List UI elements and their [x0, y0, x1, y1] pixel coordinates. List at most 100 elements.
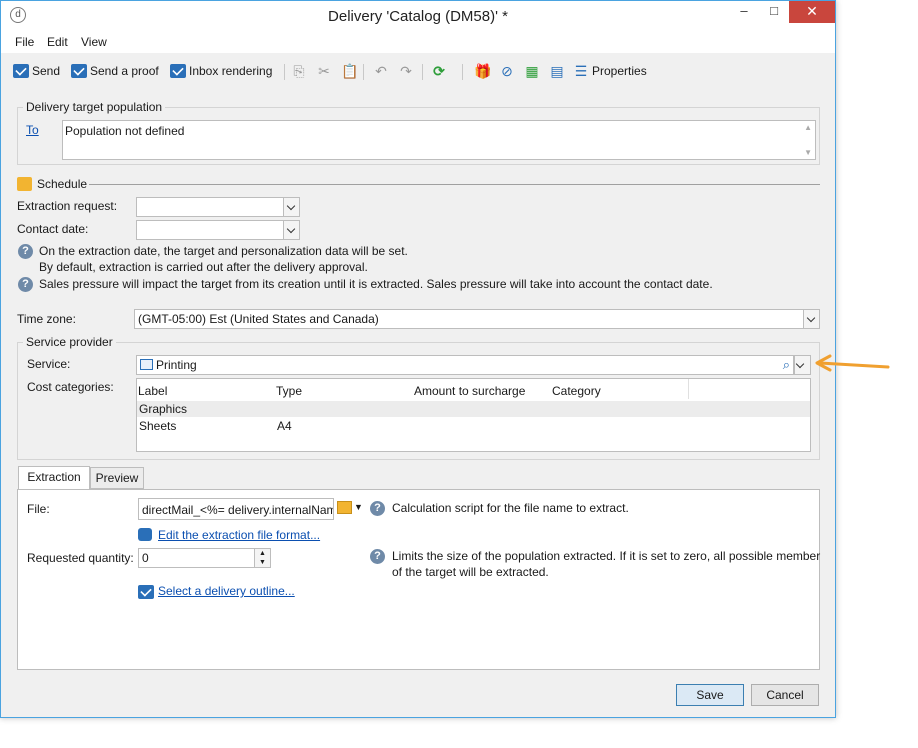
help-icon: ?	[18, 244, 33, 259]
menu-file[interactable]: File	[15, 35, 34, 49]
properties-label: Properties	[592, 64, 647, 78]
tab-extraction[interactable]: Extraction	[18, 466, 90, 490]
file-label: File:	[27, 502, 50, 516]
undo-button[interactable]: ↶	[373, 62, 389, 80]
service-field[interactable]: Printing ⌕	[136, 355, 794, 375]
population-field[interactable]: Population not defined ▲ ▼	[62, 120, 816, 160]
toolbar-separator	[422, 64, 423, 80]
send-label: Send	[32, 64, 61, 78]
requested-quantity-label: Requested quantity:	[27, 551, 134, 565]
close-button[interactable]: ✕	[789, 1, 835, 23]
undo-icon: ↶	[375, 63, 387, 79]
column-header-amount[interactable]: Amount to surcharge	[414, 384, 525, 398]
delivery-outline-icon	[138, 585, 154, 599]
chevron-down-icon[interactable]	[283, 221, 299, 239]
toolbar-separator	[363, 64, 364, 80]
refresh-button[interactable]: ⟳	[431, 62, 447, 80]
sales-pressure-note: Sales pressure will impact the target fr…	[39, 277, 713, 291]
table-row[interactable]: Graphics	[137, 401, 810, 417]
help-icon: ?	[18, 277, 33, 292]
quantity-value: 0	[142, 551, 149, 565]
delivery-window: d Delivery 'Catalog (DM58)' * – □ ✕ File…	[0, 0, 836, 718]
database-icon	[138, 528, 152, 541]
row-label: Graphics	[139, 402, 188, 416]
target-population-legend: Delivery target population	[23, 100, 166, 114]
paste-icon: 📋	[341, 63, 359, 79]
file-help-text: Calculation script for the file name to …	[392, 501, 629, 515]
menu-view[interactable]: View	[81, 35, 107, 49]
schedule-heading: Schedule	[37, 177, 88, 191]
gift-icon: 🎁	[474, 63, 492, 79]
refresh-icon: ⟳	[433, 63, 445, 79]
row-type: A4	[277, 419, 292, 433]
chevron-down-icon[interactable]	[283, 198, 299, 216]
copy-button[interactable]: ⎘	[291, 62, 307, 80]
cost-categories-table: Label Type Amount to surcharge Category …	[136, 378, 811, 452]
script-menu-arrow-icon[interactable]: ▼	[354, 502, 363, 512]
tab-preview[interactable]: Preview	[90, 467, 144, 489]
column-header-type[interactable]: Type	[276, 384, 302, 398]
redo-button[interactable]: ↷	[398, 62, 414, 80]
inbox-rendering-button[interactable]: Inbox rendering	[170, 62, 272, 80]
cut-button[interactable]: ✂	[316, 62, 332, 80]
cancel-button[interactable]: Cancel	[751, 684, 819, 706]
inbox-rendering-icon	[170, 64, 186, 78]
timezone-label: Time zone:	[17, 312, 76, 326]
service-label: Service:	[27, 357, 71, 371]
contact-date-label: Contact date:	[17, 222, 89, 236]
gift-button[interactable]: 🎁	[474, 62, 492, 80]
extraction-request-select[interactable]	[136, 197, 300, 217]
extraction-request-label: Extraction request:	[17, 199, 118, 213]
documents-button[interactable]: ▤	[549, 62, 565, 80]
scroll-up-icon[interactable]: ▲	[804, 123, 812, 132]
minimize-button[interactable]: –	[729, 1, 759, 23]
edit-script-icon[interactable]	[337, 501, 352, 514]
file-value: directMail_<%= delivery.internalNam	[142, 503, 334, 517]
timezone-select[interactable]: (GMT-05:00) Est (United States and Canad…	[134, 309, 820, 329]
scroll-down-icon[interactable]: ▼	[804, 148, 812, 157]
toolbar: Send Send a proof Inbox rendering ⎘ ✂ 📋 …	[1, 57, 835, 85]
column-header-category[interactable]: Category	[552, 384, 601, 398]
decrement-icon[interactable]: ▼	[254, 558, 270, 567]
help-icon: ?	[370, 549, 385, 564]
calculator-button[interactable]: ▦	[524, 62, 540, 80]
to-link[interactable]: To	[26, 123, 39, 137]
help-icon: ?	[370, 501, 385, 516]
quantity-stepper[interactable]: 0 ▲ ▼	[138, 548, 271, 568]
search-icon[interactable]: ⌕	[783, 357, 790, 373]
save-button[interactable]: Save	[676, 684, 744, 706]
cut-icon: ✂	[318, 63, 330, 79]
table-row[interactable]: Sheets A4	[137, 418, 810, 434]
calendar-icon	[17, 177, 32, 191]
paste-button[interactable]: 📋	[341, 62, 359, 80]
file-input[interactable]: directMail_<%= delivery.internalNam	[138, 498, 334, 520]
contact-date-select[interactable]	[136, 220, 300, 240]
copy-icon: ⎘	[293, 63, 305, 79]
analyze-button[interactable]: ⊘	[499, 62, 515, 80]
send-proof-button[interactable]: Send a proof	[71, 62, 159, 80]
title-bar: d Delivery 'Catalog (DM58)' * – □ ✕	[1, 1, 835, 31]
maximize-button[interactable]: □	[759, 1, 789, 23]
menu-edit[interactable]: Edit	[47, 35, 68, 49]
column-header-label[interactable]: Label	[138, 384, 167, 398]
inbox-rendering-label: Inbox rendering	[189, 64, 273, 78]
properties-button[interactable]: ☰ Properties	[573, 62, 647, 80]
callout-arrow-icon	[815, 354, 890, 372]
cost-categories-label: Cost categories:	[27, 380, 114, 394]
extraction-note-line2: By default, extraction is carried out af…	[39, 260, 368, 274]
population-text: Population not defined	[65, 124, 185, 138]
quantity-help-line2: of the target will be extracted.	[392, 565, 549, 579]
menu-bar: File Edit View	[1, 31, 835, 53]
edit-extraction-format-link[interactable]: Edit the extraction file format...	[158, 528, 320, 542]
select-delivery-outline-link[interactable]: Select a delivery outline...	[158, 584, 295, 598]
send-proof-label: Send a proof	[90, 64, 159, 78]
toolbar-separator	[462, 64, 463, 80]
window-title: Delivery 'Catalog (DM58)' *	[328, 8, 508, 25]
service-provider-legend: Service provider	[23, 335, 116, 349]
row-label: Sheets	[139, 419, 177, 433]
extraction-note-line1: On the extraction date, the target and p…	[39, 244, 408, 258]
chevron-down-icon[interactable]	[803, 310, 819, 328]
send-icon	[13, 64, 29, 78]
schedule-divider	[89, 184, 820, 185]
send-button[interactable]: Send	[13, 62, 60, 80]
